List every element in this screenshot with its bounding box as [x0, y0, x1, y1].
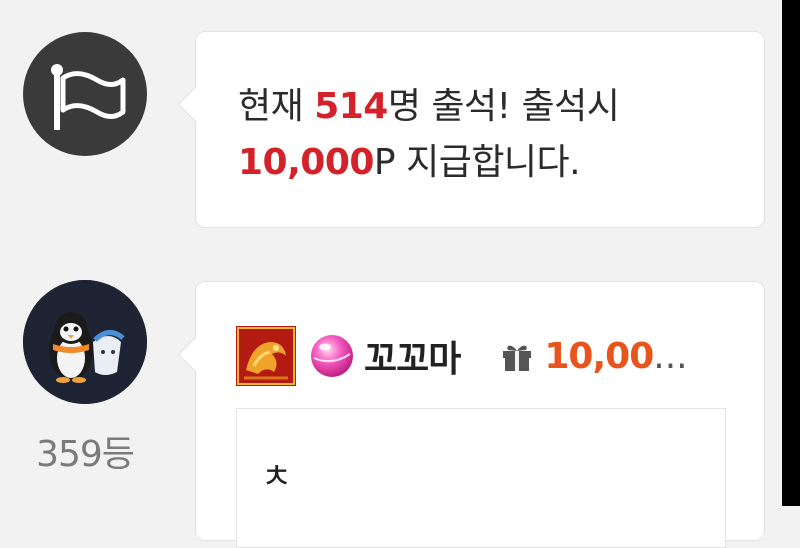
- user-nickname[interactable]: 꼬꼬마: [364, 330, 461, 382]
- pink-orb-icon: [311, 335, 353, 377]
- reward-amount: 10,000: [238, 142, 374, 183]
- post-user-row: 꼬꼬마 10,00...: [236, 326, 688, 386]
- notice-line-1: 현재 514명 출석! 출석시: [238, 79, 620, 135]
- gift-points: 10,00: [544, 335, 654, 377]
- user-rank: 359등: [36, 434, 135, 475]
- notice-line-2: 10,000P 지급합니다.: [238, 135, 619, 191]
- flag-icon: [23, 32, 147, 156]
- post-content-text: ㅊ: [261, 457, 293, 497]
- attendance-post-bubble: 꼬꼬마 10,00... ㅊ: [177, 281, 765, 548]
- user-avatar[interactable]: [23, 280, 147, 404]
- attendance-notice-text: 현재 514명 출석! 출석시 10,000P 지급합니다.: [238, 79, 620, 191]
- points-ellipsis: ...: [653, 335, 688, 377]
- post-content-box: ㅊ: [236, 408, 726, 548]
- dragon-level-icon: [236, 326, 296, 386]
- attendance-count: 514: [314, 86, 388, 127]
- bubble-tail: [177, 336, 214, 373]
- notice-suffix: 명 출석! 출석시: [387, 86, 620, 127]
- attendance-notice-bubble: 현재 514명 출석! 출석시 10,000P 지급합니다.: [177, 31, 765, 228]
- notice-prefix: 현재: [238, 86, 315, 127]
- bubble-tail: [177, 86, 214, 123]
- reward-suffix: P 지급합니다.: [373, 142, 581, 183]
- gift-icon: [503, 345, 532, 371]
- screen-edge: [782, 0, 800, 506]
